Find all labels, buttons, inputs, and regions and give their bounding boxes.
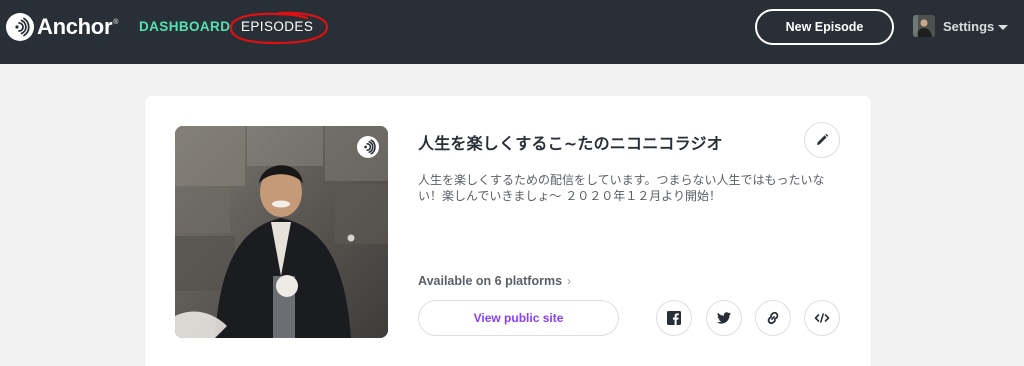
caret-down-icon[interactable] — [998, 25, 1008, 30]
registered-mark: ® — [113, 19, 119, 26]
edit-podcast-button[interactable] — [804, 122, 840, 158]
brand-name: Anchor — [37, 14, 113, 39]
platforms-label: Available on 6 platforms — [418, 274, 563, 288]
top-navigation-bar: Anchor ® DASHBOARD EPISODES New Episode … — [0, 0, 1024, 64]
share-facebook-button[interactable] — [656, 300, 692, 336]
view-public-site-button[interactable]: View public site — [418, 300, 619, 336]
available-platforms-link[interactable]: Available on 6 platforms › — [418, 274, 571, 288]
link-icon — [767, 311, 779, 325]
user-avatar[interactable] — [913, 15, 935, 37]
twitter-icon — [717, 312, 731, 324]
facebook-icon — [667, 311, 681, 325]
copy-link-button[interactable] — [755, 300, 791, 336]
nav-episodes-link[interactable]: EPISODES — [241, 19, 313, 34]
share-twitter-button[interactable] — [706, 300, 742, 336]
podcast-title: 人生を楽しくするこ~たのニコニコラジオ — [418, 134, 723, 153]
settings-menu[interactable]: Settings — [943, 19, 994, 34]
embed-code-button[interactable] — [804, 300, 840, 336]
embed-code-icon — [814, 313, 830, 323]
nav-dashboard-link[interactable]: DASHBOARD — [139, 19, 230, 34]
podcast-description: 人生を楽しくするための配信をしています。つまらない人生ではもったいない！楽しんで… — [418, 173, 825, 203]
anchor-logo[interactable]: Anchor ® — [6, 13, 118, 41]
podcast-cover-image — [175, 126, 388, 338]
anchor-logo-icon — [6, 13, 34, 41]
new-episode-button[interactable]: New Episode — [755, 9, 894, 45]
anchor-badge-icon — [357, 136, 379, 158]
pencil-icon — [817, 133, 829, 145]
chevron-right-icon: › — [567, 274, 572, 288]
